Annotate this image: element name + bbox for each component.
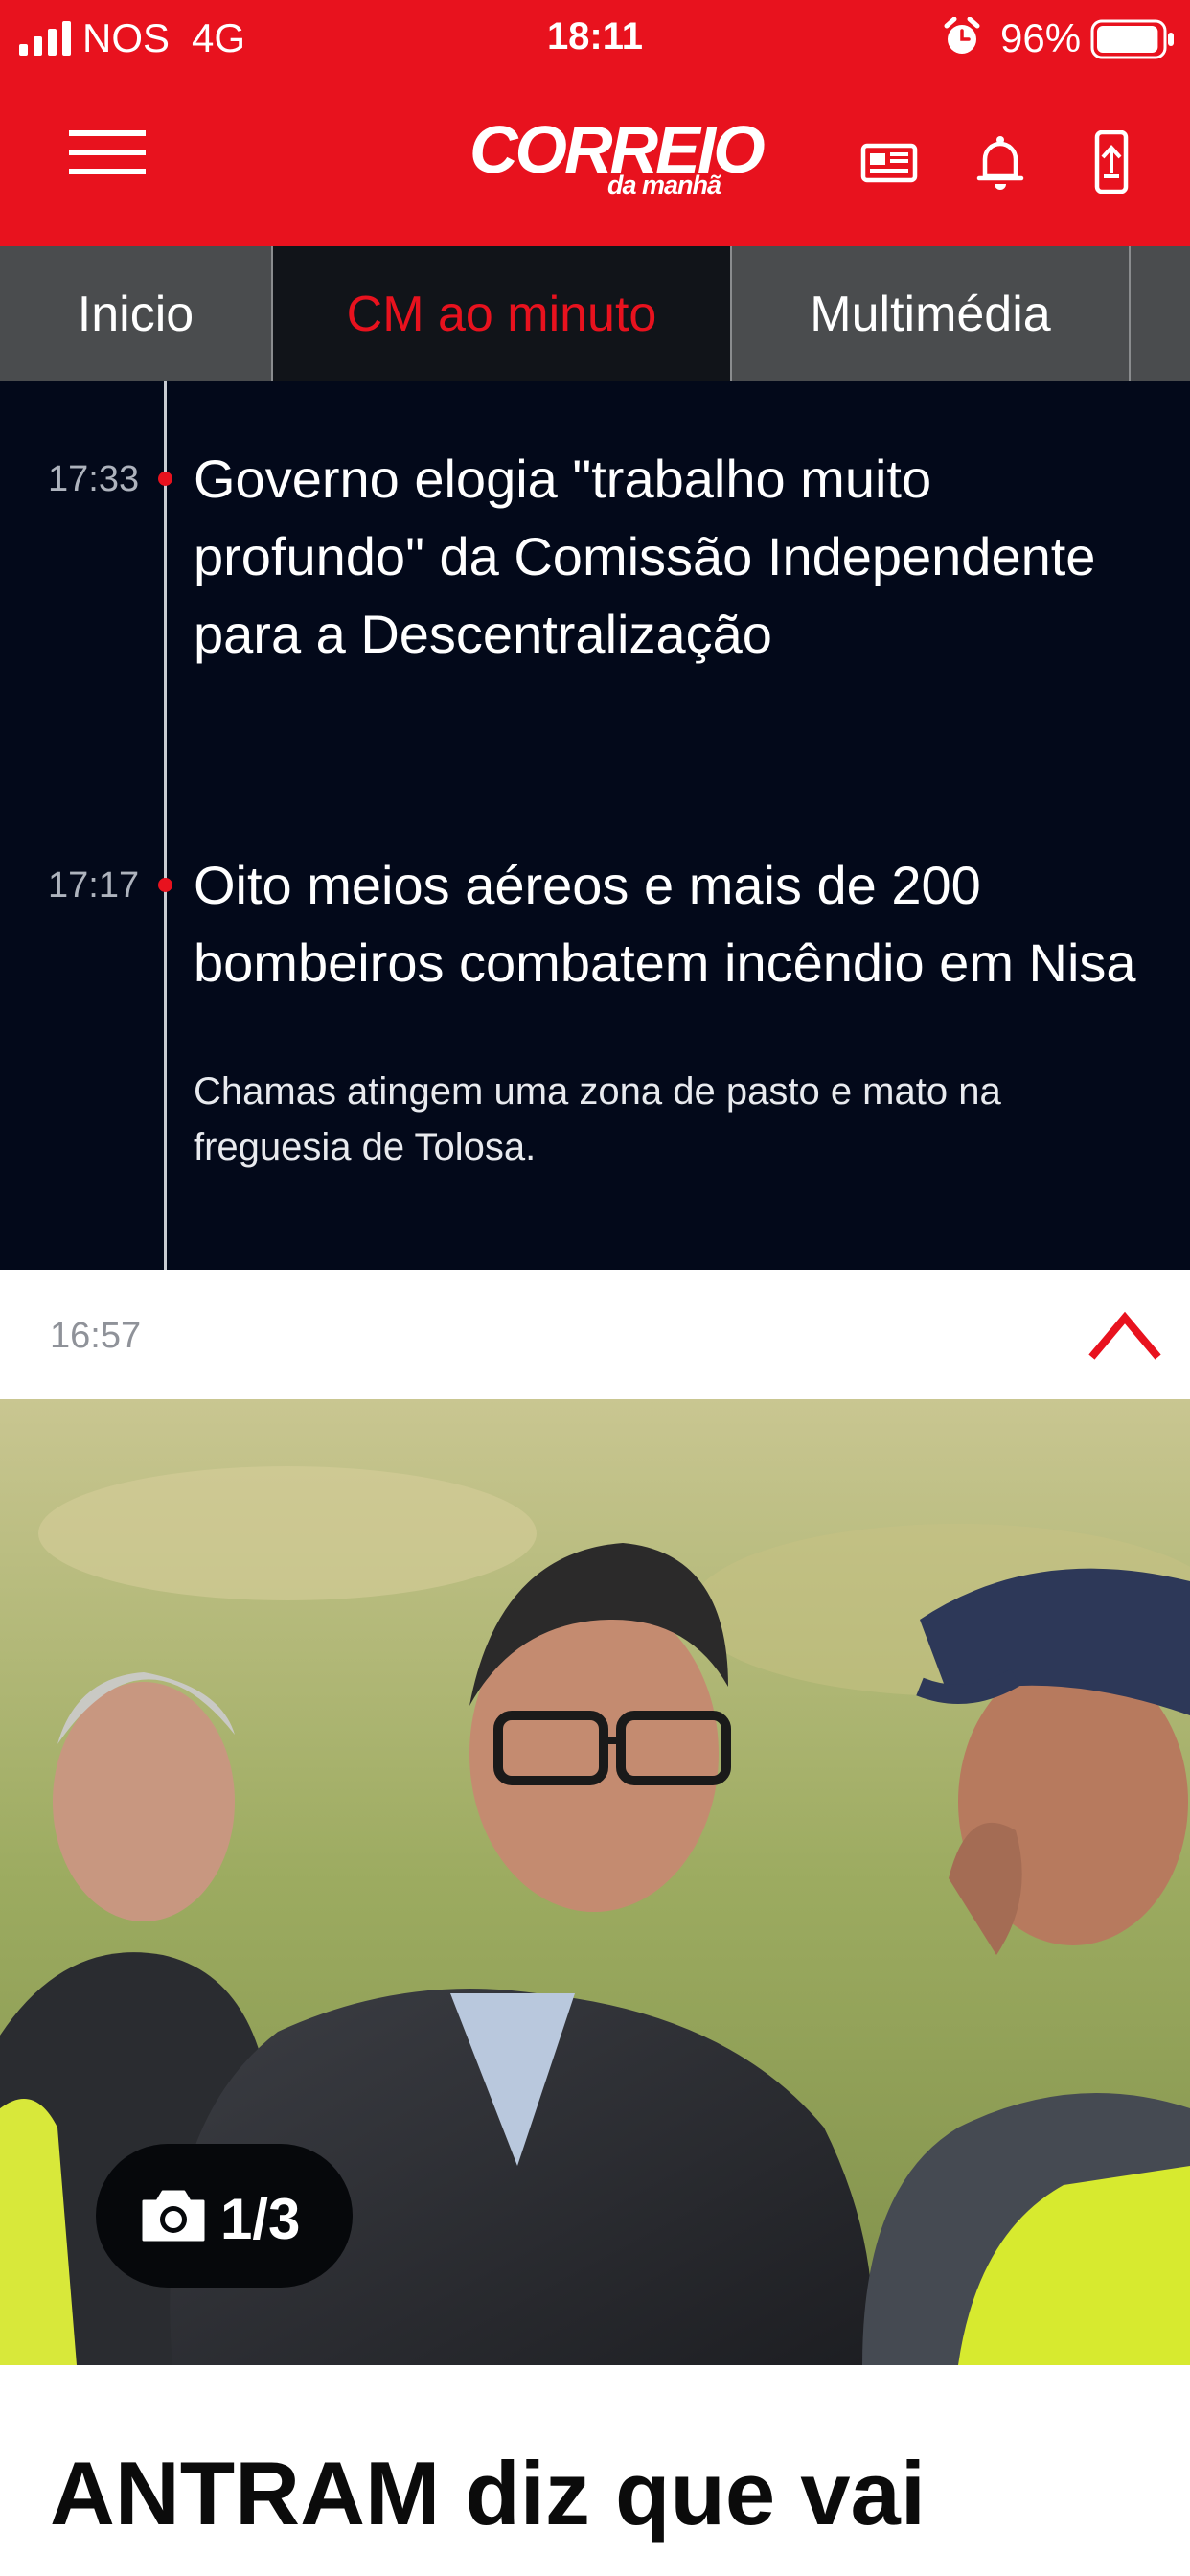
chevron-up-icon[interactable] [1088,1304,1161,1364]
item-time: 16:57 [50,1316,142,1356]
app-toolbar: CORREIO da manhã [0,86,1190,240]
photo-gallery-badge[interactable]: 1/3 [96,2144,353,2288]
article-body: ANTRAM diz que vai [0,2365,1190,2576]
battery-icon [1090,19,1174,59]
alarm-icon [944,17,980,54]
entry-headline[interactable]: Governo elogia "trabalho muito profundo"… [194,440,1152,673]
timeline-line [164,381,167,1270]
battery-percentage: 96% [1000,15,1082,60]
tab-inicio[interactable]: Inicio [0,246,273,381]
menu-button[interactable] [69,130,146,188]
app-header: NOS 4G 18:11 96% CORREIO da manhã [0,0,1190,246]
phone-share-icon[interactable] [1083,130,1140,194]
article-title[interactable]: ANTRAM diz que vai [50,2442,926,2545]
tab-multimedia[interactable]: Multimédia [732,246,1131,381]
expanded-item-header: 16:57 [0,1270,1190,1399]
bell-icon[interactable] [972,130,1029,194]
logo-subtitle: da manhã [606,171,721,199]
timeline-dot [158,472,172,486]
camera-icon [142,2190,205,2242]
tab-cm-ao-minuto[interactable]: CM ao minuto [273,246,732,381]
entry-time: 17:33 [48,459,140,499]
section-tabs: Inicio CM ao minuto Multimédia [0,246,1190,381]
timeline-dot [158,878,172,892]
entry-time: 17:17 [48,865,140,906]
entry-headline[interactable]: Oito meios aéreos e mais de 200 bombeiro… [194,846,1152,1001]
gallery-count: 1/3 [220,2187,301,2251]
news-timeline: 17:33 Governo elogia "trabalho muito pro… [0,381,1190,1270]
app-logo[interactable]: CORREIO da manhã [469,111,766,211]
status-bar: NOS 4G 18:11 96% [0,0,1190,79]
newspaper-icon[interactable] [860,130,918,194]
entry-summary: Chamas atingem uma zona de pasto e mato … [194,1070,1001,1168]
hamburger-menu-icon [69,130,146,136]
